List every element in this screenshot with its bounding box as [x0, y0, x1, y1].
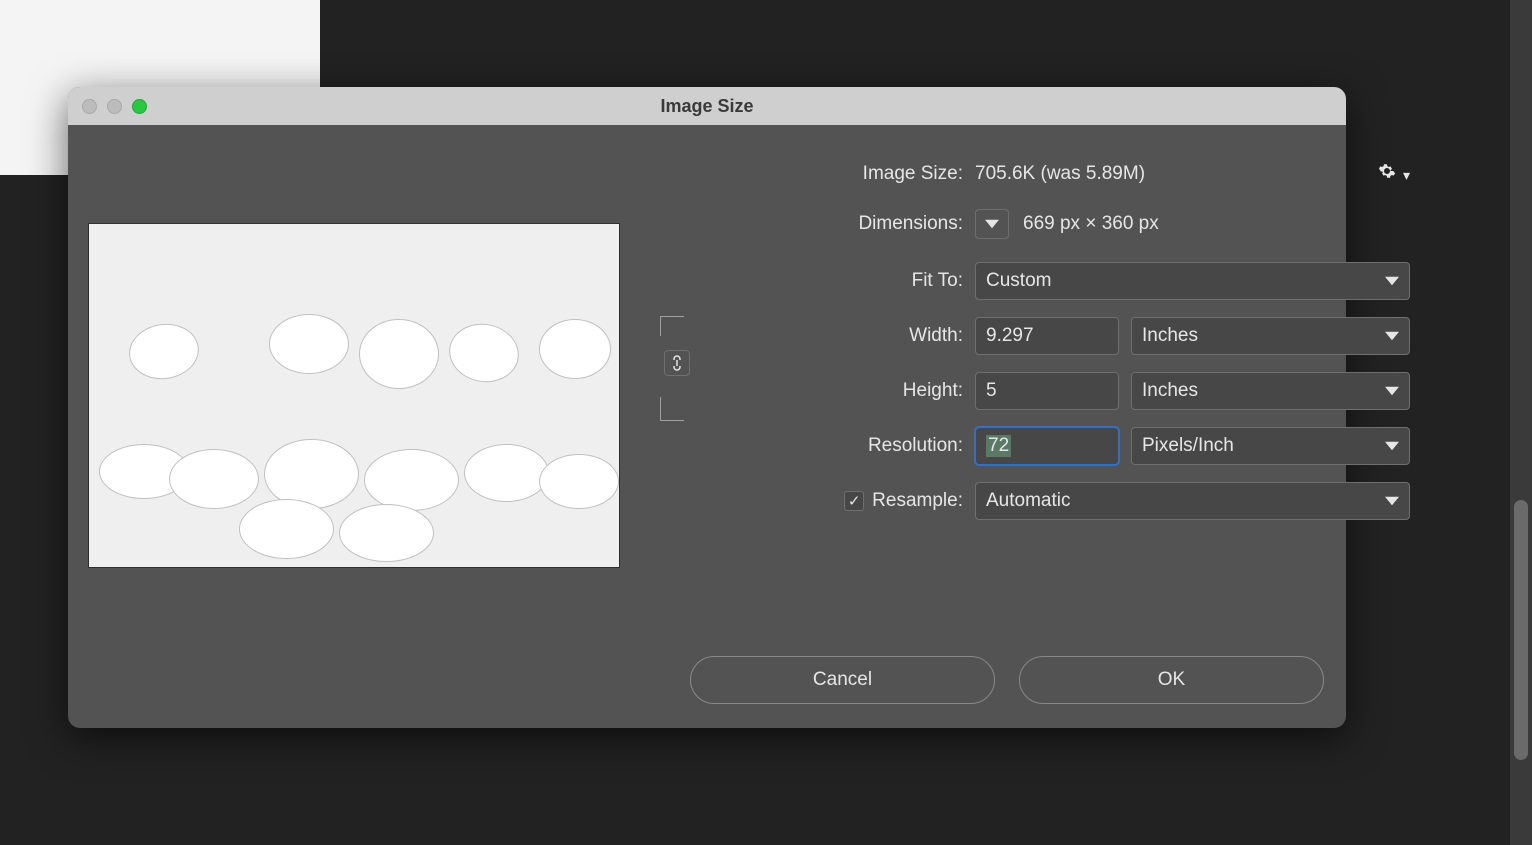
width-input-field[interactable]: [986, 325, 1108, 347]
chevron-down-icon: [1385, 329, 1399, 343]
vertical-scrollbar-track[interactable]: [1510, 0, 1532, 845]
image-preview[interactable]: [88, 223, 620, 568]
width-input[interactable]: [975, 317, 1119, 355]
vertical-scrollbar-thumb[interactable]: [1514, 500, 1528, 760]
constrain-aspect-link-button[interactable]: [664, 350, 690, 376]
height-unit-select[interactable]: Inches: [1131, 372, 1410, 410]
cancel-button-label: Cancel: [813, 669, 872, 691]
height-input-field[interactable]: [986, 380, 1108, 402]
cancel-button[interactable]: Cancel: [690, 656, 995, 704]
resolution-unit-select[interactable]: Pixels/Inch: [1131, 427, 1410, 465]
resample-method-select[interactable]: Automatic: [975, 482, 1410, 520]
chevron-down-icon: [1385, 494, 1399, 508]
resolution-label: Resolution:: [660, 435, 975, 457]
resolution-input[interactable]: 72: [975, 427, 1119, 465]
resample-method-value: Automatic: [986, 490, 1070, 512]
width-unit-value: Inches: [1142, 325, 1198, 347]
resolution-input-value[interactable]: 72: [986, 435, 1011, 457]
height-unit-value: Inches: [1142, 380, 1198, 402]
dialog-titlebar[interactable]: Image Size: [68, 87, 1346, 125]
fit-to-value: Custom: [986, 270, 1051, 292]
width-label: Width:: [696, 325, 975, 347]
chevron-down-icon: [985, 217, 999, 231]
link-icon: [670, 355, 684, 371]
fit-to-select[interactable]: Custom: [975, 262, 1410, 300]
gear-icon: [1378, 162, 1396, 180]
dimensions-label: Dimensions:: [660, 213, 975, 235]
fit-to-label: Fit To:: [660, 270, 975, 292]
ok-button[interactable]: OK: [1019, 656, 1324, 704]
dialog-title: Image Size: [68, 96, 1346, 117]
resample-label: Resample:: [872, 490, 963, 512]
chevron-down-icon: [1385, 439, 1399, 453]
resample-checkbox[interactable]: [844, 491, 864, 511]
image-size-label: Image Size:: [660, 163, 975, 185]
image-size-dialog: Image Size Image Size:: [68, 87, 1346, 728]
height-input[interactable]: [975, 372, 1119, 410]
settings-gear-button[interactable]: ▾: [1378, 162, 1410, 186]
width-unit-select[interactable]: Inches: [1131, 317, 1410, 355]
image-size-value: 705.6K (was 5.89M): [975, 163, 1145, 185]
height-label: Height:: [696, 380, 975, 402]
dimensions-unit-button[interactable]: [975, 209, 1009, 239]
resolution-unit-value: Pixels/Inch: [1142, 435, 1234, 457]
chevron-down-icon: [1385, 384, 1399, 398]
chevron-down-icon: [1385, 274, 1399, 288]
dimensions-value: 669 px × 360 px: [1023, 213, 1159, 235]
ok-button-label: OK: [1158, 669, 1185, 691]
